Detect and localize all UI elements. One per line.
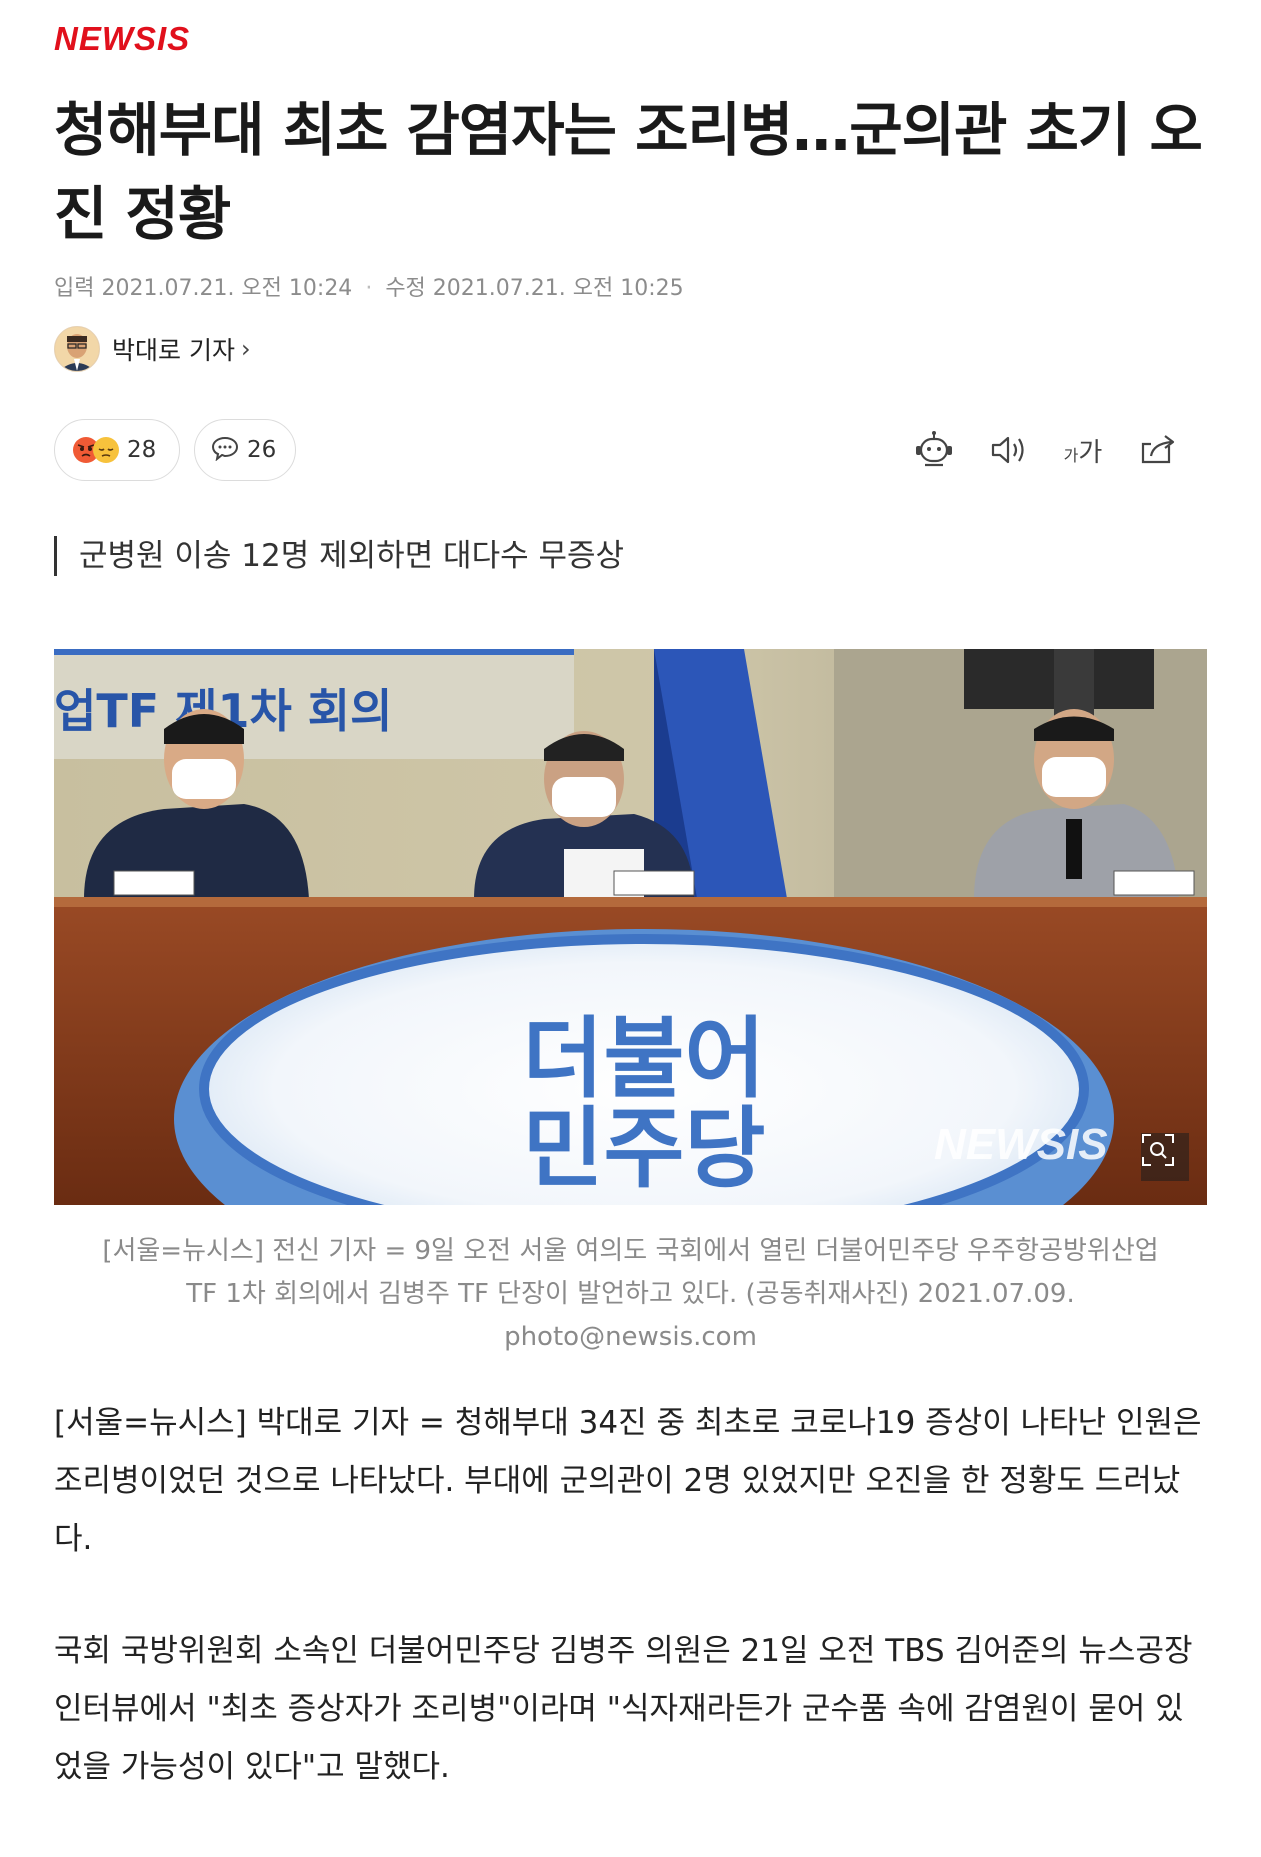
font-size-icon[interactable]: 가가	[1057, 424, 1109, 476]
reporter-link[interactable]: 박대로 기자 ›	[54, 326, 251, 372]
caption-line: TF 1차 회의에서 김병주 TF 단장이 발언하고 있다. (공동취재사진) …	[186, 1279, 1075, 1309]
article-toolbar: 가가	[0, 424, 1261, 476]
input-date: 2021.07.21. 오전 10:24	[101, 276, 353, 301]
font-size-small-glyph: 가	[1063, 445, 1079, 465]
article-paragraph: 국회 국방위원회 소속인 더불어민주당 김병주 의원은 21일 오전 TBS 김…	[54, 1633, 1193, 1785]
modified-label: 수정	[385, 276, 426, 301]
article-photo[interactable]: 업TF 제1차 회의 더불어 민주당 NEWSIS	[54, 649, 1207, 1205]
article-title: 청해부대 최초 감염자는 조리병…군의관 초기 오진 정황	[54, 96, 1203, 248]
article-page: NEWSIS 청해부대 최초 감염자는 조리병…군의관 초기 오진 정황 입력 …	[0, 0, 1261, 1857]
font-size-large-glyph: 가	[1078, 437, 1103, 468]
zoom-icon[interactable]	[1141, 1133, 1189, 1181]
caption-line: photo@newsis.com	[504, 1322, 757, 1352]
newsis-logo[interactable]: NEWSIS	[54, 20, 190, 58]
photo-caption: [서울=뉴시스] 전신 기자 = 9일 오전 서울 여의도 국회에서 열린 더불…	[54, 1230, 1207, 1359]
input-label: 입력	[54, 276, 95, 301]
date-separator: ·	[365, 276, 373, 301]
text-to-speech-icon[interactable]	[983, 424, 1035, 476]
share-icon[interactable]	[1133, 424, 1185, 476]
reporter-avatar	[54, 326, 100, 372]
podium-text-line1: 더불어	[523, 1007, 766, 1110]
chevron-right-icon: ›	[240, 335, 251, 363]
reporter-name: 박대로 기자	[112, 336, 235, 365]
article-paragraph: [서울=뉴시스] 박대로 기자 = 청해부대 34진 중 최초로 코로나19 증…	[54, 1405, 1202, 1557]
modified-date: 2021.07.21. 오전 10:25	[432, 276, 684, 301]
podium-text-line2: 민주당	[523, 1097, 766, 1200]
photo-watermark: NEWSIS	[934, 1120, 1108, 1169]
article-dates: 입력 2021.07.21. 오전 10:24 · 수정 2021.07.21.…	[54, 270, 684, 302]
ai-summary-bot-icon[interactable]	[908, 424, 960, 476]
article-subhead: 군병원 이송 12명 제외하면 대다수 무증상	[54, 536, 624, 576]
caption-line: [서울=뉴시스] 전신 기자 = 9일 오전 서울 여의도 국회에서 열린 더불…	[102, 1236, 1159, 1266]
